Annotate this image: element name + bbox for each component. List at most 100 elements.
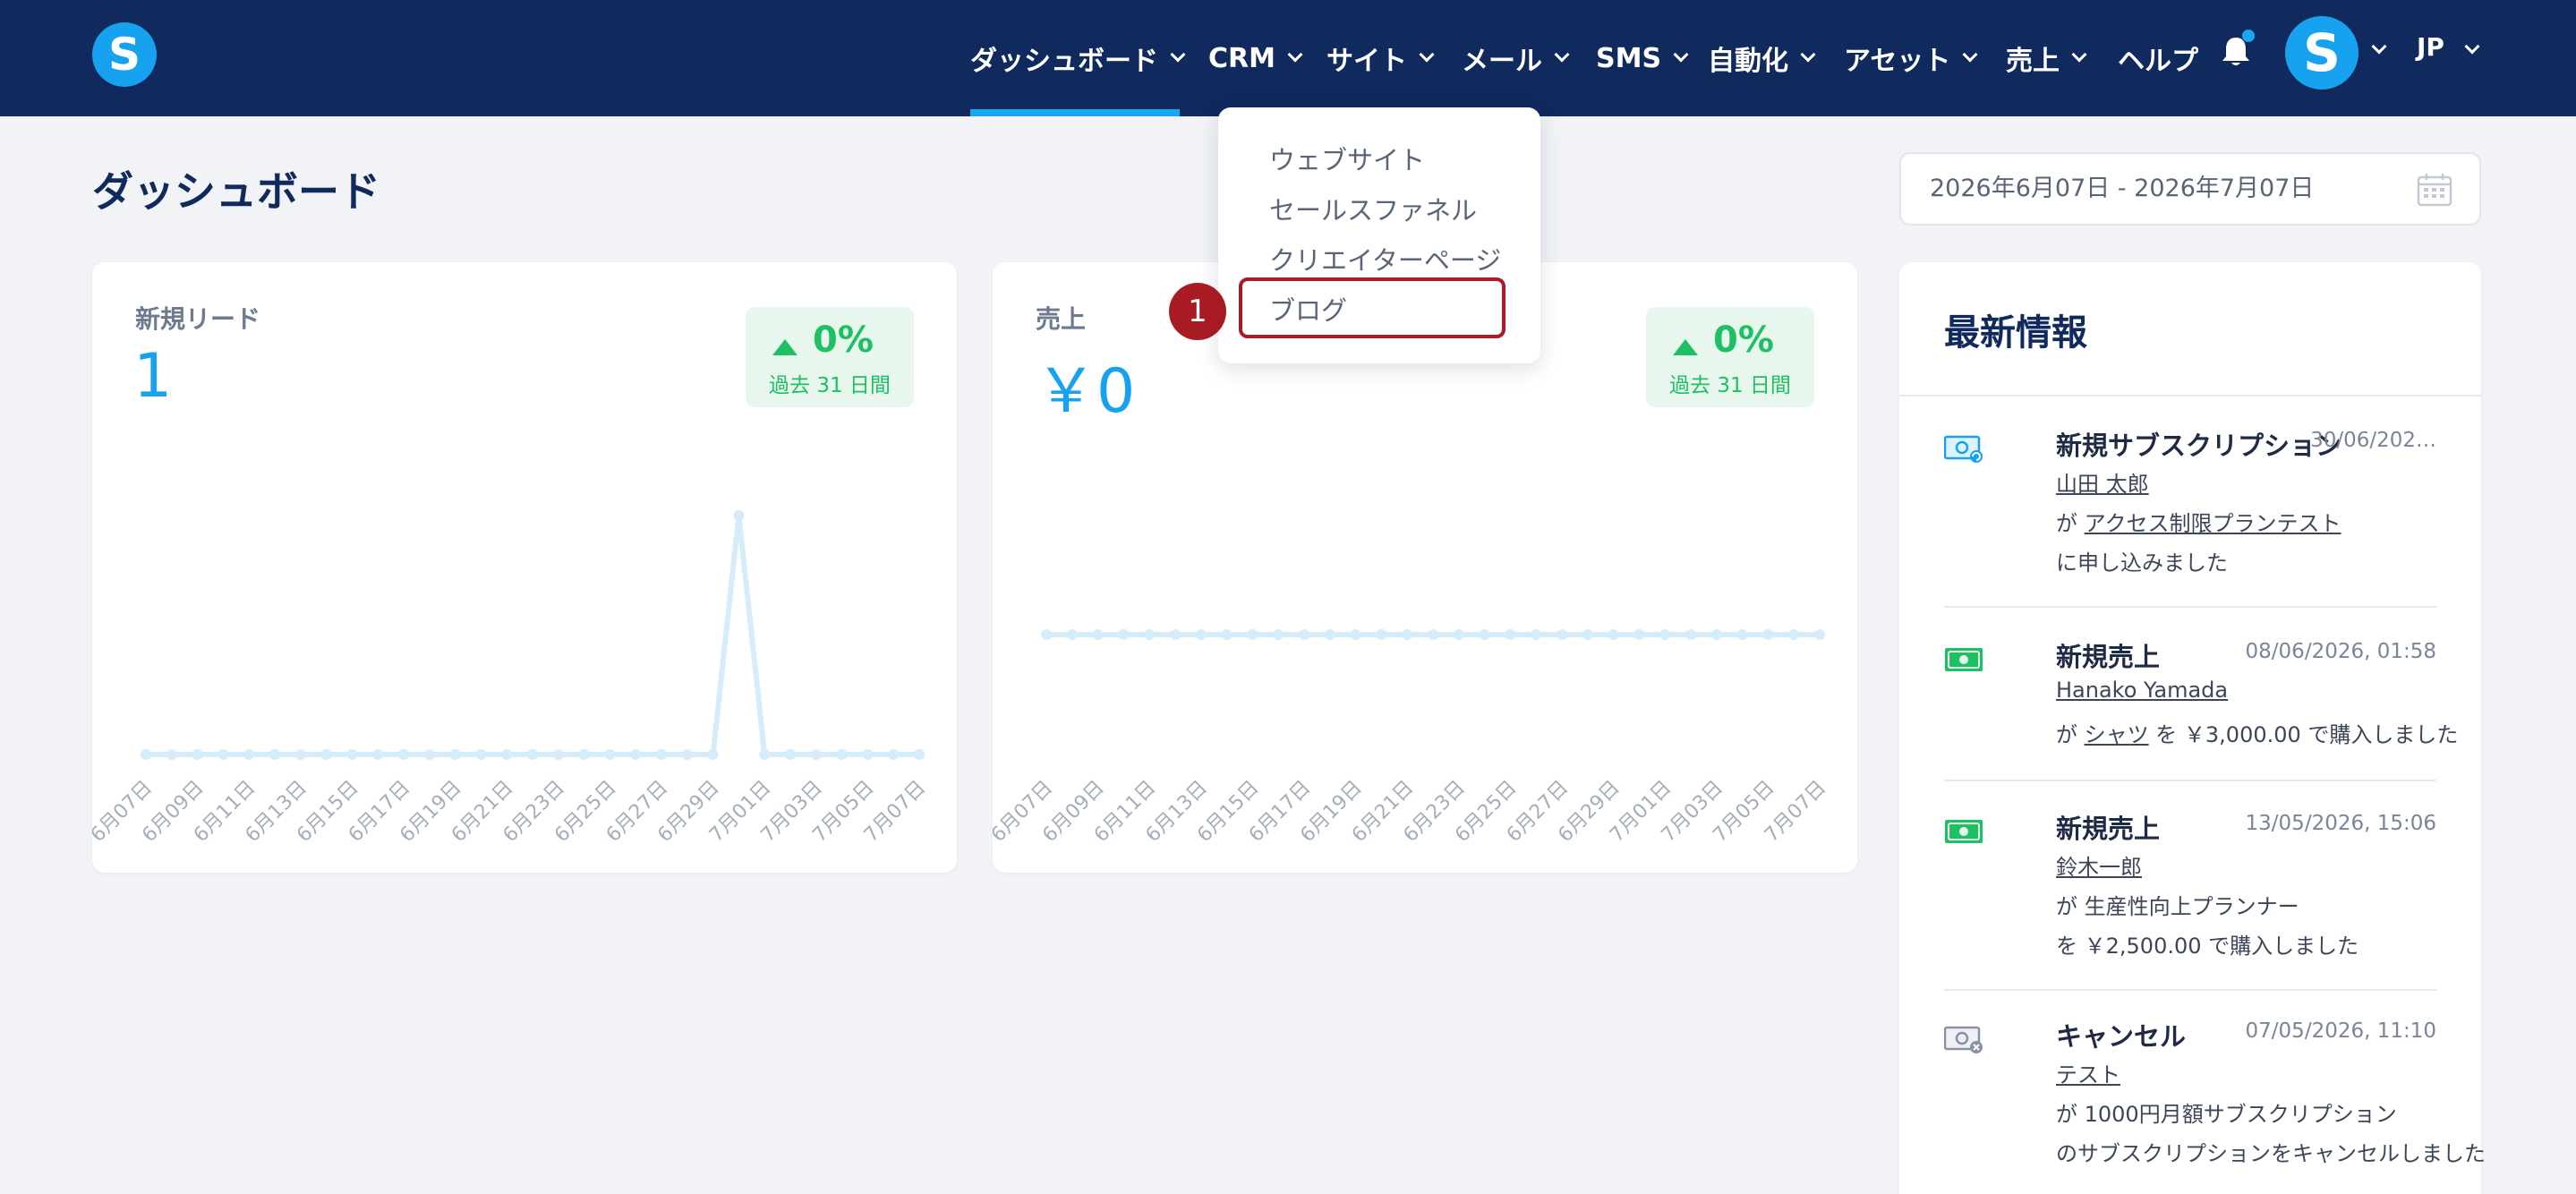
data-point[interactable] [604,749,616,760]
data-point[interactable] [346,749,358,760]
data-point[interactable] [681,749,693,760]
data-point[interactable] [1195,629,1207,640]
data-point[interactable] [1608,629,1619,640]
data-point[interactable] [501,749,513,760]
chevron-down-icon [2071,47,2087,63]
data-point[interactable] [1350,629,1361,640]
nav-assets[interactable]: アセット [1844,0,1978,116]
data-point[interactable] [1066,629,1078,640]
data-point[interactable] [810,749,822,760]
data-point[interactable] [733,510,745,521]
chevron-down-icon[interactable] [2464,38,2480,55]
data-point[interactable] [1428,629,1438,640]
data-point[interactable] [836,749,848,760]
menu-item-creator-page[interactable]: クリエイターページ [1269,240,1501,277]
customer-link[interactable]: 山田 太郎 [2056,466,2149,498]
menu-item-sales-funnel[interactable]: セールスファネル [1269,190,1477,227]
avatar[interactable]: S [2285,16,2358,90]
data-point[interactable] [243,749,255,760]
customer-link[interactable]: Hanako Yamada [2056,678,2228,703]
news-item-line: が シャツ を ￥3,000.00 で購入しました [2056,717,2458,748]
notification-dot [2242,30,2255,42]
menu-item-website[interactable]: ウェブサイト [1269,140,1425,177]
data-point[interactable] [1505,629,1516,640]
data-point[interactable] [1299,629,1309,640]
data-point[interactable] [1402,629,1413,640]
nav-crm-label: CRM [1208,42,1275,74]
data-point[interactable] [552,749,564,760]
data-point[interactable] [1710,629,1722,640]
data-point[interactable] [1479,629,1490,640]
data-point[interactable] [1170,629,1181,640]
page-title: ダッシュボード [92,167,380,216]
data-point[interactable] [1633,629,1645,640]
nav-site[interactable]: サイト [1326,0,1435,116]
nav-assets-label: アセット [1844,46,1951,77]
data-point[interactable] [1324,629,1335,640]
date-range-picker[interactable]: 2026年6月07日 - 2026年7月07日 [1899,152,2481,226]
data-point[interactable] [1736,629,1748,640]
nav-help[interactable]: ヘルプ [2118,0,2198,116]
data-point[interactable] [141,749,151,760]
data-point[interactable] [449,749,461,760]
data-point[interactable] [475,749,487,760]
data-point[interactable] [1531,629,1542,640]
customer-link[interactable]: 鈴木一郎 [2056,849,2142,881]
data-point[interactable] [1685,629,1696,640]
data-point[interactable] [1118,629,1130,640]
data-point[interactable] [1557,629,1567,640]
data-point[interactable] [888,749,900,760]
data-point[interactable] [166,749,177,760]
data-point[interactable] [1273,629,1284,640]
data-point[interactable] [1659,629,1671,640]
data-point[interactable] [759,749,771,760]
chevron-down-icon[interactable] [2371,38,2387,55]
data-point[interactable] [1221,629,1233,640]
data-point[interactable] [1762,629,1774,640]
data-point[interactable] [294,749,306,760]
data-point[interactable] [1247,629,1258,640]
nav-sms[interactable]: SMS [1596,0,1689,116]
data-point[interactable] [914,749,925,760]
nav-mail-label: メール [1462,46,1542,77]
leads-line-chart: 6月07日6月09日6月11日6月13日6月15日6月17日6月19日6月21日… [92,510,930,847]
data-point[interactable] [785,749,796,760]
data-point[interactable] [527,749,538,760]
nav-mail[interactable]: メール [1462,0,1570,116]
data-point[interactable] [656,749,667,760]
data-point[interactable] [372,749,384,760]
data-point[interactable] [1041,629,1052,640]
chevron-down-icon [1287,47,1303,63]
data-point[interactable] [1376,629,1387,640]
news-item-line: が アクセス制限プランテスト [2056,506,2341,537]
product-link[interactable]: シャツ [2085,722,2149,747]
chevron-down-icon [1554,47,1570,63]
data-point[interactable] [192,749,203,760]
data-point[interactable] [862,749,874,760]
language-selector[interactable]: JP [2417,32,2444,62]
data-point[interactable] [1092,629,1104,640]
data-point[interactable] [1582,629,1593,640]
data-point[interactable] [1788,629,1800,640]
news-item-text: が 1000円月額サブスクリプション [2056,1102,2397,1127]
data-point[interactable] [218,749,229,760]
data-point[interactable] [1144,629,1156,640]
data-point[interactable] [320,749,332,760]
nav-sales[interactable]: 売上 [2006,0,2087,116]
data-point[interactable] [630,749,642,760]
nav-dashboard[interactable]: ダッシュボード [970,0,1186,116]
data-point[interactable] [1814,629,1825,640]
data-point[interactable] [398,749,409,760]
nav-crm[interactable]: CRM [1208,0,1303,116]
app-logo[interactable]: S [92,22,157,87]
product-link[interactable]: アクセス制限プランテスト [2085,511,2341,536]
data-point[interactable] [578,749,590,760]
data-point[interactable] [269,749,280,760]
data-point[interactable] [1453,629,1464,640]
data-point[interactable] [707,749,719,760]
nav-automation[interactable]: 自動化 [1708,0,1816,116]
nav-dashboard-label: ダッシュボード [970,46,1158,77]
customer-link[interactable]: テスト [2056,1057,2120,1088]
data-point[interactable] [423,749,435,760]
nav-help-label: ヘルプ [2118,46,2198,77]
